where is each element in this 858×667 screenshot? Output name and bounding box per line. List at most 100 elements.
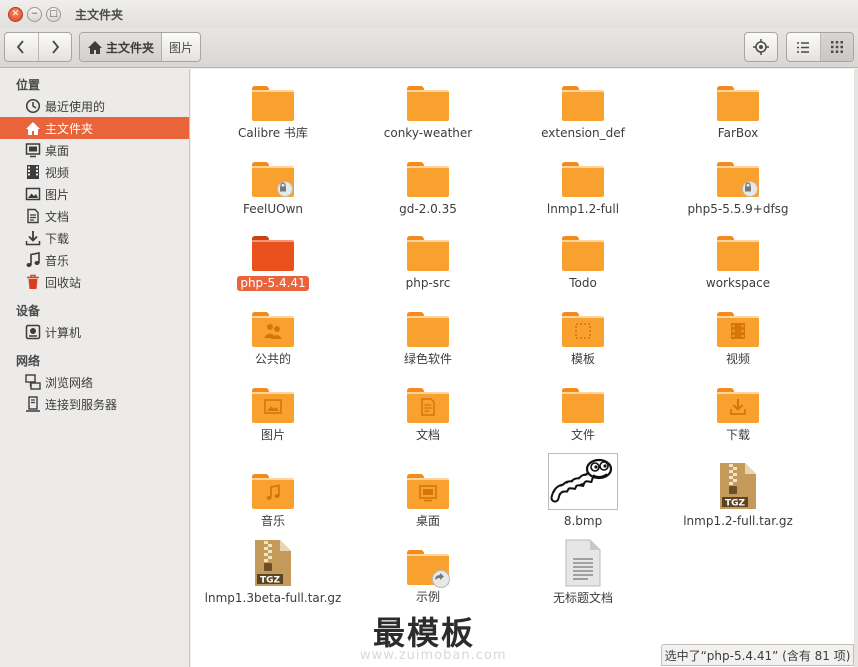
file-item[interactable]: conky-weather <box>353 84 503 141</box>
file-name: php-src <box>405 276 451 290</box>
window-title: 主文件夹 <box>75 7 124 22</box>
folder-icon <box>251 160 295 198</box>
grid-view-button[interactable] <box>819 33 853 61</box>
breadcrumb-home[interactable]: 主文件夹 <box>80 33 163 61</box>
folder-icon <box>251 84 295 122</box>
sidebar-item-browse-network[interactable]: 浏览网络 <box>0 371 189 393</box>
sidebar-item-label: 回收站 <box>45 275 82 290</box>
file-item[interactable]: extension_def <box>508 84 658 141</box>
file-name: 公共的 <box>254 352 291 366</box>
sidebar-item-label: 最近使用的 <box>45 99 106 114</box>
public-folder-icon <box>251 310 295 348</box>
archive-icon: TGZ <box>718 462 758 510</box>
file-item[interactable]: TGZ lnmp1.3beta-full.tar.gz <box>198 539 348 606</box>
clock-icon <box>25 98 41 114</box>
document-icon <box>25 208 41 224</box>
file-item[interactable]: FeelUOwn <box>198 160 348 217</box>
file-name: lnmp1.3beta-full.tar.gz <box>204 591 342 605</box>
forward-button[interactable] <box>37 33 71 61</box>
file-item[interactable]: 绿色软件 <box>353 310 503 367</box>
file-item[interactable]: 模板 <box>508 310 658 367</box>
file-item[interactable]: Calibre 书库 <box>198 84 348 141</box>
bitmap-thumbnail <box>548 453 618 510</box>
scrollbar[interactable] <box>854 69 858 667</box>
sidebar-item-documents[interactable]: 文档 <box>0 205 189 227</box>
location-button[interactable] <box>744 32 778 62</box>
view-mode-buttons <box>786 32 854 62</box>
file-item[interactable]: Todo <box>508 234 658 291</box>
file-item[interactable]: TGZ lnmp1.2-full.tar.gz <box>663 462 813 529</box>
folder-icon <box>406 310 450 348</box>
file-item[interactable]: php-src <box>353 234 503 291</box>
sidebar-item-computer[interactable]: 计算机 <box>0 321 189 343</box>
breadcrumb: 主文件夹 图片 <box>79 32 202 62</box>
sidebar-item-downloads[interactable]: 下载 <box>0 227 189 249</box>
sidebar-item-recent[interactable]: 最近使用的 <box>0 95 189 117</box>
back-button[interactable] <box>5 33 38 61</box>
file-item[interactable]: 8.bmp <box>508 453 658 529</box>
minimize-window-button[interactable]: − <box>27 6 42 22</box>
server-icon <box>25 396 41 412</box>
desktop-icon <box>25 142 41 158</box>
folder-icon <box>561 160 605 198</box>
file-item[interactable]: gd-2.0.35 <box>353 160 503 217</box>
list-view-button[interactable] <box>787 33 820 61</box>
home-icon <box>25 120 41 136</box>
list-icon <box>797 41 810 53</box>
folder-icon <box>406 84 450 122</box>
sidebar-item-label: 连接到服务器 <box>45 397 118 412</box>
sidebar-item-videos[interactable]: 视频 <box>0 161 189 183</box>
sidebar-item-connect-server[interactable]: 连接到服务器 <box>0 393 189 415</box>
file-item[interactable]: 文档 <box>353 386 503 443</box>
sidebar-item-music[interactable]: 音乐 <box>0 249 189 271</box>
sidebar-item-pictures[interactable]: 图片 <box>0 183 189 205</box>
video-icon <box>25 164 41 180</box>
file-name: conky-weather <box>383 126 473 140</box>
file-item[interactable]: 无标题文档 <box>508 539 658 606</box>
status-bar: 选中了“php-5.4.41” (含有 81 项) <box>661 644 854 666</box>
breadcrumb-pictures[interactable]: 图片 <box>162 33 200 61</box>
file-name: gd-2.0.35 <box>399 202 457 216</box>
sidebar-item-home[interactable]: 主文件夹 <box>0 117 189 139</box>
file-name: workspace <box>705 276 771 290</box>
navigation-buttons <box>4 32 72 62</box>
close-window-button[interactable]: ✕ <box>8 6 23 22</box>
sidebar-item-label: 浏览网络 <box>45 375 94 390</box>
sidebar-item-trash[interactable]: 回收站 <box>0 271 189 293</box>
file-name: php-5.4.41 <box>237 276 309 291</box>
file-name: php5-5.5.9+dfsg <box>687 202 789 216</box>
file-item[interactable]: 图片 <box>198 386 348 443</box>
maximize-window-button[interactable]: □ <box>46 6 61 22</box>
home-icon <box>88 40 102 54</box>
sidebar-section-network: 网络 <box>16 353 41 368</box>
file-item[interactable]: 下载 <box>663 386 813 443</box>
file-item[interactable]: 音乐 <box>198 472 348 529</box>
lock-icon <box>742 181 758 197</box>
file-item[interactable]: 桌面 <box>353 472 503 529</box>
file-item[interactable]: php5-5.5.9+dfsg <box>663 160 813 217</box>
file-item-selected[interactable]: php-5.4.41 <box>198 234 348 291</box>
archive-icon: TGZ <box>253 539 293 587</box>
file-item[interactable]: 示例 <box>353 548 503 605</box>
file-name: 8.bmp <box>563 514 603 528</box>
sidebar-item-desktop[interactable]: 桌面 <box>0 139 189 161</box>
toolbar: 主文件夹 图片 <box>0 28 858 68</box>
file-item[interactable]: lnmp1.2-full <box>508 160 658 217</box>
file-item[interactable]: 文件 <box>508 386 658 443</box>
pictures-folder-icon <box>251 386 295 424</box>
text-document-icon <box>564 539 602 587</box>
file-name: Todo <box>569 276 597 290</box>
file-item[interactable]: 公共的 <box>198 310 348 367</box>
file-name: 下载 <box>725 428 750 442</box>
file-name: lnmp1.2-full <box>546 202 620 216</box>
sidebar-section-devices: 设备 <box>16 303 41 318</box>
file-name: 绿色软件 <box>403 352 452 366</box>
lock-icon <box>277 181 293 197</box>
file-name: 文件 <box>570 428 595 442</box>
file-item[interactable]: 视频 <box>663 310 813 367</box>
file-item[interactable]: workspace <box>663 234 813 291</box>
svg-text:TGZ: TGZ <box>725 499 746 509</box>
crosshair-icon <box>753 39 769 55</box>
sidebar-item-label: 视频 <box>45 165 70 180</box>
file-item[interactable]: FarBox <box>663 84 813 141</box>
